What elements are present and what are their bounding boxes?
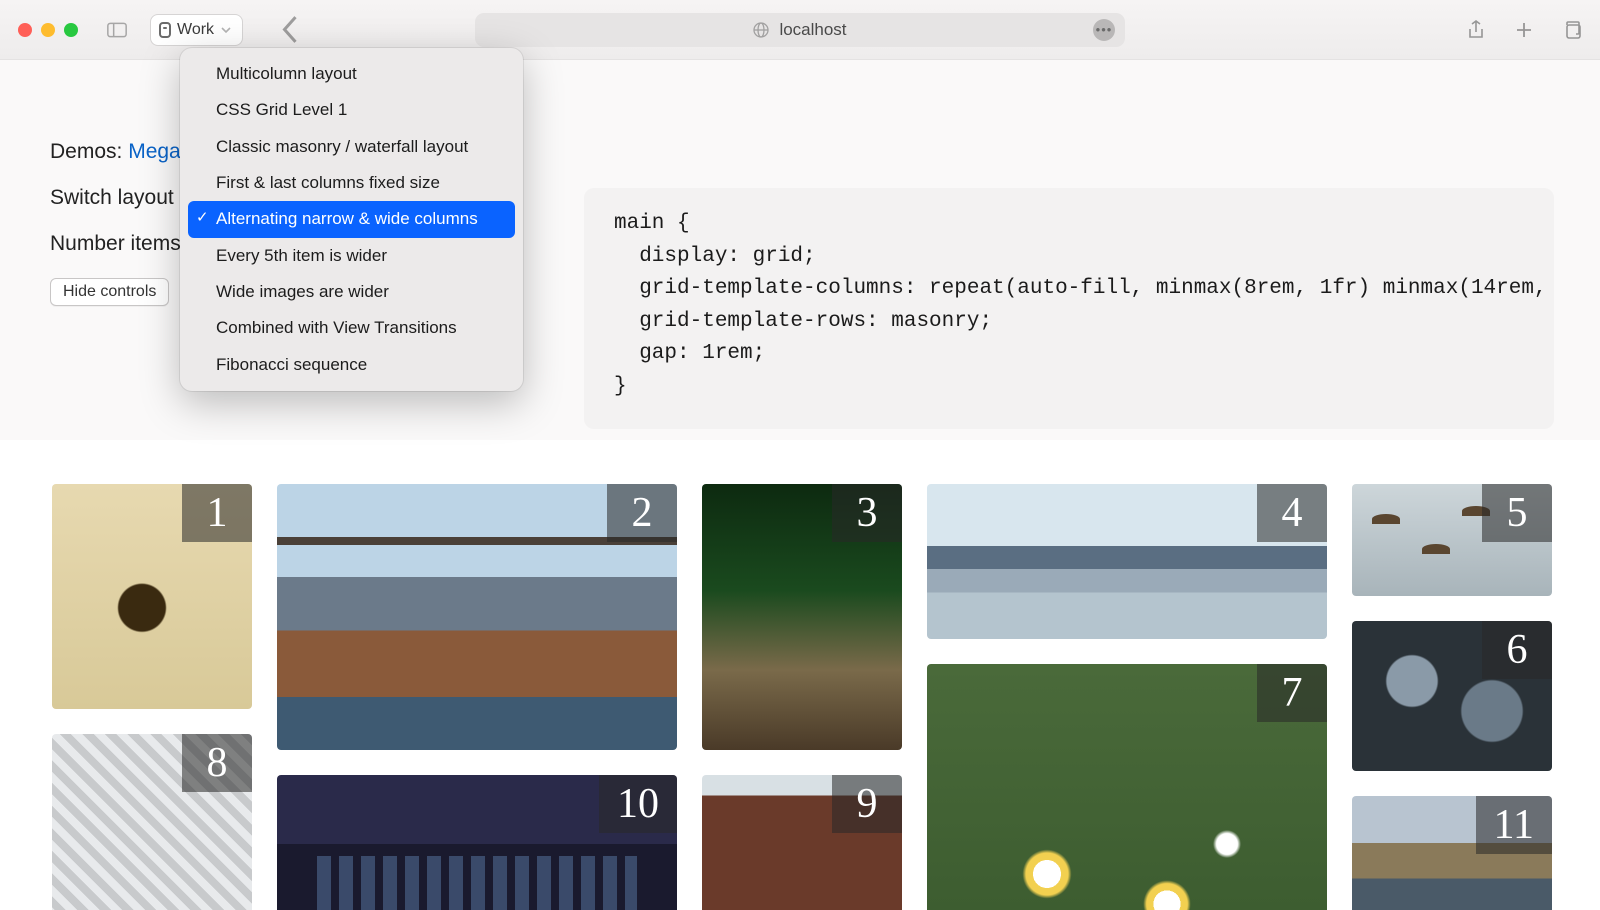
dropdown-item[interactable]: First & last columns fixed size <box>188 165 515 201</box>
globe-icon <box>753 22 769 38</box>
card-number: 2 <box>607 484 677 542</box>
demos-label: Demos: <box>50 140 122 163</box>
gallery-card[interactable]: 5 <box>1352 484 1552 596</box>
back-button[interactable] <box>279 19 301 41</box>
gallery-card[interactable]: 6 <box>1352 621 1552 771</box>
gallery-card[interactable]: 9 <box>702 775 902 910</box>
gallery-card[interactable]: 7 <box>927 664 1327 910</box>
dropdown-item[interactable]: Every 5th item is wider <box>188 238 515 274</box>
url-text: localhost <box>779 20 846 40</box>
dropdown-item[interactable]: CSS Grid Level 1 <box>188 92 515 128</box>
card-number: 10 <box>599 775 677 833</box>
chevron-down-icon <box>220 24 232 36</box>
sidebar-icon <box>107 22 127 38</box>
card-number: 8 <box>182 734 252 792</box>
gallery: 1 8 2 10 3 9 <box>0 440 1600 910</box>
card-number: 6 <box>1482 621 1552 679</box>
dropdown-item[interactable]: Fibonacci sequence <box>188 347 515 383</box>
card-number: 4 <box>1257 484 1327 542</box>
close-window-button[interactable] <box>18 23 32 37</box>
gallery-card[interactable]: 11 <box>1352 796 1552 910</box>
card-number: 7 <box>1257 664 1327 722</box>
card-number: 1 <box>182 484 252 542</box>
layout-dropdown-menu: Multicolumn layout CSS Grid Level 1 Clas… <box>180 48 523 391</box>
code-snippet[interactable]: main { display: grid; grid-template-colu… <box>584 188 1554 429</box>
card-number: 11 <box>1476 796 1552 854</box>
gallery-card[interactable]: 3 <box>702 484 902 750</box>
tab-group-label: Work <box>177 21 214 39</box>
number-items-label: Number items <box>50 232 181 255</box>
gallery-card[interactable]: 10 <box>277 775 677 910</box>
gallery-card[interactable]: 4 <box>927 484 1327 639</box>
card-number: 9 <box>832 775 902 833</box>
switch-layout-label: Switch layout <box>50 186 174 209</box>
gallery-card[interactable]: 1 <box>52 484 252 709</box>
toggle-sidebar-button[interactable] <box>104 19 130 41</box>
tab-group-icon <box>159 22 171 38</box>
minimize-window-button[interactable] <box>41 23 55 37</box>
page-actions-button[interactable]: ••• <box>1093 19 1115 41</box>
toolbar-right <box>1466 20 1582 40</box>
dropdown-item[interactable]: Wide images are wider <box>188 274 515 310</box>
dropdown-item[interactable]: Classic masonry / waterfall layout <box>188 129 515 165</box>
gallery-card[interactable]: 8 <box>52 734 252 910</box>
tab-overview-icon[interactable] <box>1562 20 1582 40</box>
hide-controls-button[interactable]: Hide controls <box>50 278 169 306</box>
card-number: 3 <box>832 484 902 542</box>
dropdown-item[interactable]: Multicolumn layout <box>188 56 515 92</box>
share-icon[interactable] <box>1466 20 1486 40</box>
dropdown-item[interactable]: Combined with View Transitions <box>188 310 515 346</box>
demos-link[interactable]: Mega <box>128 140 181 163</box>
dropdown-item-selected[interactable]: Alternating narrow & wide columns <box>188 201 515 237</box>
tab-group-button[interactable]: Work <box>150 14 243 46</box>
chevron-left-icon <box>279 13 301 46</box>
card-number: 5 <box>1482 484 1552 542</box>
url-bar[interactable]: localhost ••• <box>475 13 1125 47</box>
gallery-card[interactable]: 2 <box>277 484 677 750</box>
new-tab-icon[interactable] <box>1514 20 1534 40</box>
zoom-window-button[interactable] <box>64 23 78 37</box>
window-controls <box>18 23 78 37</box>
